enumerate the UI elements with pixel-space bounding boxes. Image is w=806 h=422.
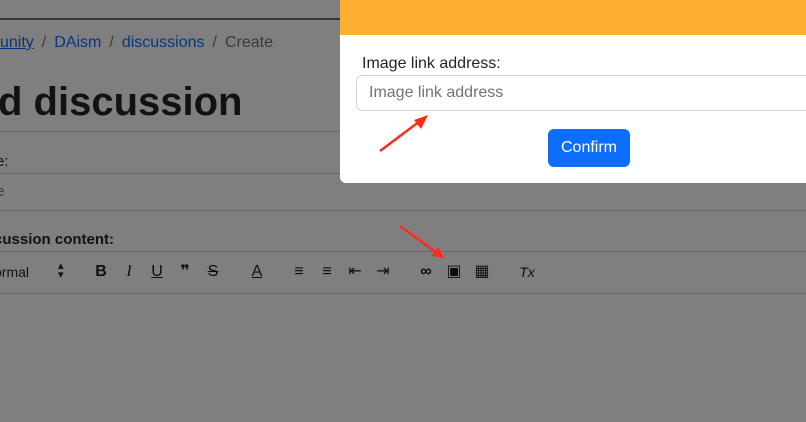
annotation-arrows: [379, 115, 444, 258]
annotation-arrow-image-button: [399, 224, 444, 258]
annotation-arrow-input: [379, 115, 428, 152]
